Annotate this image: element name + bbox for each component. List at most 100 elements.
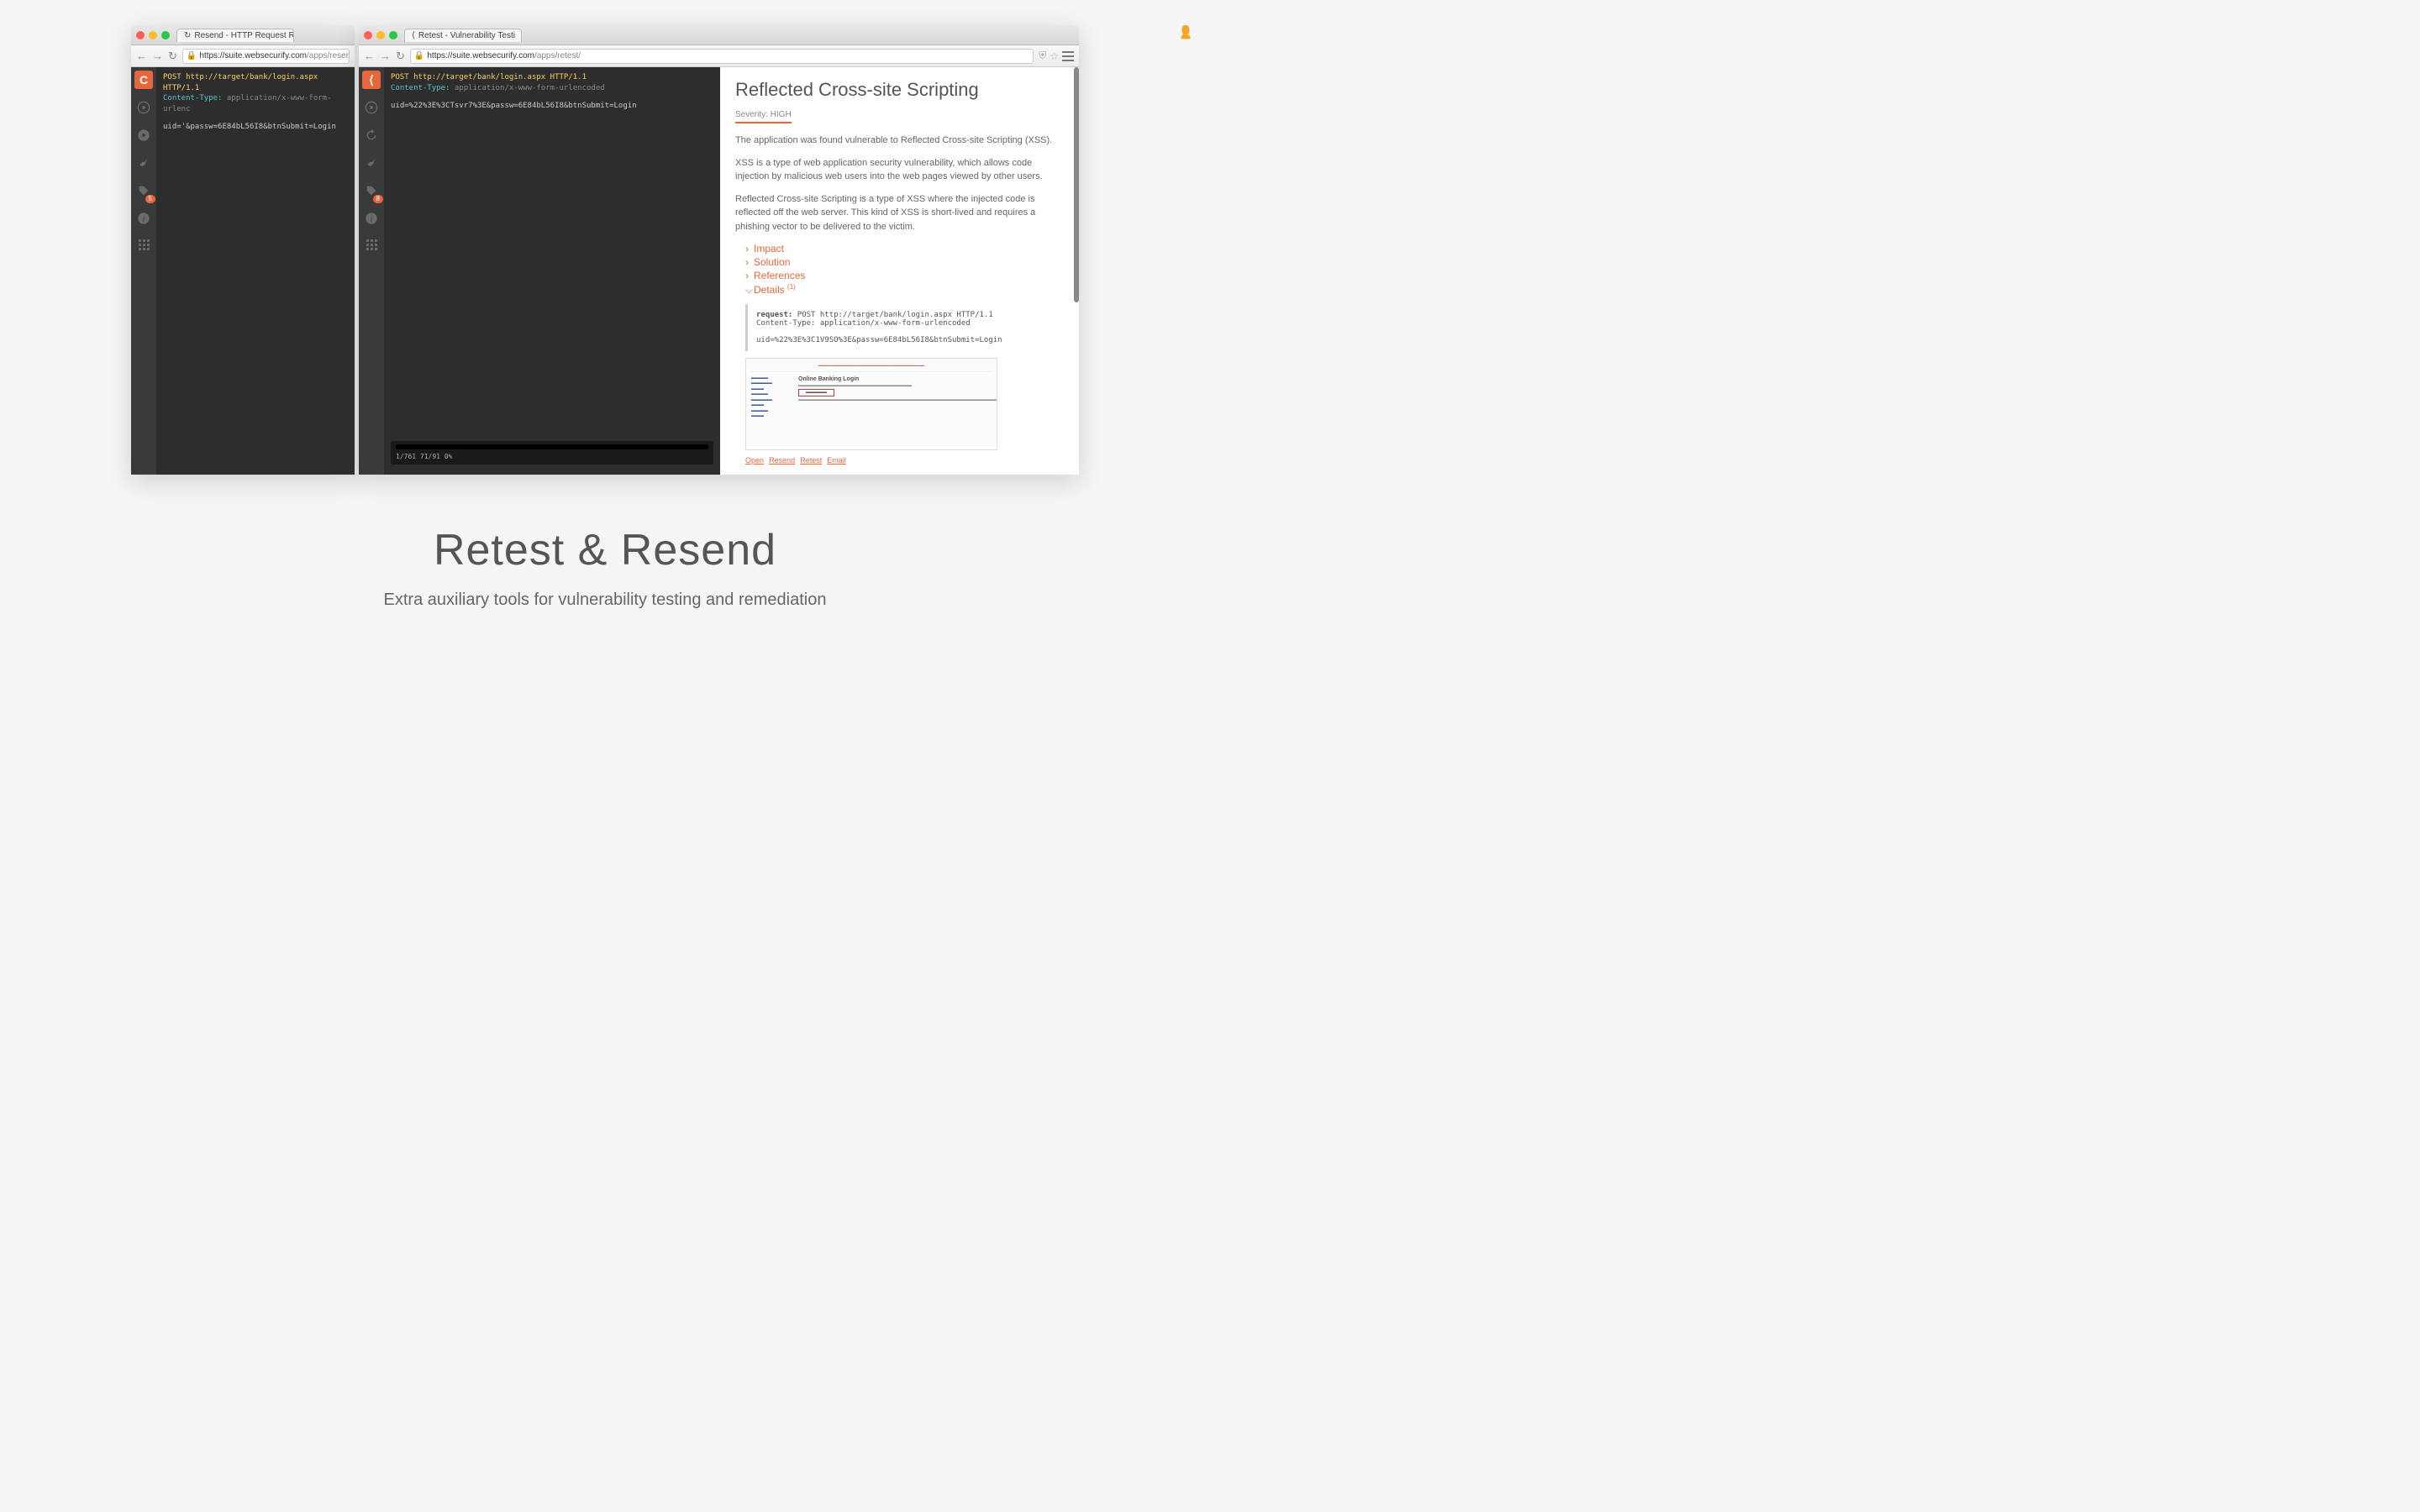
info-icon[interactable]: i <box>137 212 150 228</box>
svg-text:i: i <box>143 215 145 223</box>
maximize-window-icon[interactable] <box>161 31 170 39</box>
caption-title: Retest & Resend <box>0 525 1210 575</box>
browser-tab[interactable]: ↻ Resend - HTTP Request R × <box>176 29 294 42</box>
app-sidebar: ⟨ 8 i <box>359 67 384 475</box>
play-icon[interactable] <box>365 101 378 117</box>
link-open[interactable]: Open <box>745 456 764 465</box>
back-icon[interactable]: ← <box>364 50 375 62</box>
reload-icon[interactable]: ↻ <box>396 50 405 63</box>
tab-favicon: ↻ <box>184 31 191 40</box>
section-solution[interactable]: ›Solution <box>745 255 1064 269</box>
section-details[interactable]: ⌵Details (1) <box>745 282 1064 297</box>
section-list: ›Impact ›Solution ›References ⌵Details (… <box>745 242 1064 297</box>
address-field[interactable]: 🔒 https://suite.websecurify.com/apps/ret… <box>410 49 1034 64</box>
detail-request-box: request: POST http://target/bank/login.a… <box>745 304 1064 351</box>
evidence-screenshot[interactable]: ━━━━━━━━━━━━━━━━━━━━━━━━━━━━━━━━━━━━━━━━… <box>745 358 997 450</box>
apps-grid-icon[interactable] <box>366 239 377 250</box>
section-references[interactable]: ›References <box>745 269 1064 282</box>
chevron-right-icon: › <box>745 270 754 281</box>
close-tab-icon[interactable]: × <box>520 31 522 40</box>
shield-icon[interactable]: ⛨ <box>1039 50 1046 62</box>
page-caption: Retest & Resend Extra auxiliary tools fo… <box>0 525 1210 610</box>
request-header-name: Content-Type: <box>163 94 222 102</box>
report-paragraph: XSS is a type of web application securit… <box>735 156 1064 184</box>
app-sidebar: C 5 i <box>131 67 156 475</box>
link-email[interactable]: Email <box>827 456 846 465</box>
report-pane: Reflected Cross-site Scripting Severity:… <box>720 67 1079 475</box>
tab-title: Resend - HTTP Request R <box>194 31 294 40</box>
close-window-icon[interactable] <box>136 31 145 39</box>
caption-subtitle: Extra auxiliary tools for vulnerability … <box>0 591 1210 610</box>
maximize-window-icon[interactable] <box>389 31 397 39</box>
detail-request-label: request: <box>756 311 792 319</box>
action-links: Open Resend Retest Email <box>745 455 1064 465</box>
request-line: POST http://target/bank/login.aspx HTTP/… <box>391 73 587 81</box>
chevron-right-icon: › <box>745 256 754 268</box>
resend-window: ↻ Resend - HTTP Request R × ← → ↻ 🔒 http… <box>131 25 355 475</box>
section-impact[interactable]: ›Impact <box>745 242 1064 255</box>
svg-text:i: i <box>371 215 373 223</box>
app-logo-retest[interactable]: ⟨ <box>362 71 381 89</box>
thumb-title: Online Banking Login <box>798 376 859 382</box>
lock-icon: 🔒 <box>187 51 197 60</box>
sidebar-badge: 8 <box>373 195 383 203</box>
report-paragraph: Reflected Cross-site Scripting is a type… <box>735 192 1064 234</box>
thumb-header: ━━━━━━━━━━━━━━━━━━━━━━━━━━━━━━━━━━━━━━━━… <box>751 364 992 372</box>
forward-icon[interactable]: → <box>152 50 163 62</box>
url-bar: ← → ↻ 🔒 https://suite.websecurify.com/ap… <box>359 45 1079 67</box>
url-bar: ← → ↻ 🔒 https://suite.websecurify.com/ap… <box>131 45 355 67</box>
info-icon[interactable]: i <box>365 212 378 228</box>
request-header-name: Content-Type: <box>391 84 450 92</box>
star-icon[interactable]: ☆ <box>1050 50 1059 62</box>
status-bar: 1/761 71/91 0% <box>391 441 713 465</box>
refresh-icon[interactable] <box>365 129 378 144</box>
url-host: suite.websecurify.com <box>452 51 534 60</box>
tab-bar: ⟨ Retest - Vulnerability Testi × <box>359 25 1079 45</box>
window-controls <box>136 31 170 39</box>
lock-icon: 🔒 <box>414 51 424 60</box>
detail-request-line2: Content-Type: application/x-www-form-url… <box>756 319 971 328</box>
browser-tab[interactable]: ⟨ Retest - Vulnerability Testi × <box>404 29 522 42</box>
link-resend[interactable]: Resend <box>769 456 795 465</box>
request-body: uid=%22%3E%3CTsvr7%3E&passw=6E84bL56I8&b… <box>391 101 713 112</box>
status-text: 1/761 71/91 0% <box>396 453 452 460</box>
chevron-right-icon: › <box>745 243 754 255</box>
request-body: uid='&passw=6E84bL56I8&btnSubmit=Login <box>163 122 348 133</box>
address-field[interactable]: 🔒 https://suite.websecurify.com/apps/res… <box>182 49 350 64</box>
tab-favicon: ⟨ <box>412 31 415 40</box>
request-header-value: application/x-www-form-urlencoded <box>455 84 605 92</box>
url-prefix: https:// <box>199 51 224 60</box>
window-controls <box>364 31 397 39</box>
scrollbar[interactable] <box>1074 67 1079 302</box>
tag-icon[interactable]: 5 <box>137 184 150 200</box>
request-line: POST http://target/bank/login.aspx HTTP/… <box>163 73 318 92</box>
apps-grid-icon[interactable] <box>139 239 150 250</box>
detail-request-line1: POST http://target/bank/login.aspx HTTP/… <box>797 311 993 319</box>
url-host: suite.websecurify.com <box>224 51 307 60</box>
vuln-title: Reflected Cross-site Scripting <box>735 79 1064 101</box>
minimize-window-icon[interactable] <box>149 31 157 39</box>
tag-icon[interactable]: 8 <box>365 184 378 200</box>
app-logo-resend[interactable]: C <box>134 71 153 89</box>
link-retest[interactable]: Retest <box>800 456 822 465</box>
request-editor[interactable]: POST http://target/bank/login.aspx HTTP/… <box>156 67 355 475</box>
play-icon[interactable] <box>137 101 150 117</box>
request-editor[interactable]: POST http://target/bank/login.aspx HTTP/… <box>384 67 720 475</box>
bird-icon[interactable] <box>137 156 150 172</box>
bird-icon[interactable] <box>365 156 378 172</box>
menu-icon[interactable] <box>1062 51 1074 61</box>
tab-bar: ↻ Resend - HTTP Request R × <box>131 25 355 45</box>
close-window-icon[interactable] <box>364 31 372 39</box>
reload-icon[interactable]: ↻ <box>168 50 177 63</box>
minimize-window-icon[interactable] <box>376 31 385 39</box>
sidebar-badge: 5 <box>145 195 155 203</box>
url-path: /apps/retest/ <box>534 51 581 60</box>
back-icon[interactable]: ← <box>136 50 147 62</box>
tab-title: Retest - Vulnerability Testi <box>418 31 515 40</box>
play-filled-icon[interactable] <box>137 129 150 144</box>
detail-request-body: uid=%22%3E%3C1V9SO%3E&passw=6E84bL56I8&b… <box>756 336 1002 344</box>
avatar-icon[interactable] <box>1176 24 1195 44</box>
url-path: /apps/resend/ <box>307 51 350 60</box>
severity-label: Severity: HIGH <box>735 110 792 123</box>
forward-icon[interactable]: → <box>380 50 391 62</box>
